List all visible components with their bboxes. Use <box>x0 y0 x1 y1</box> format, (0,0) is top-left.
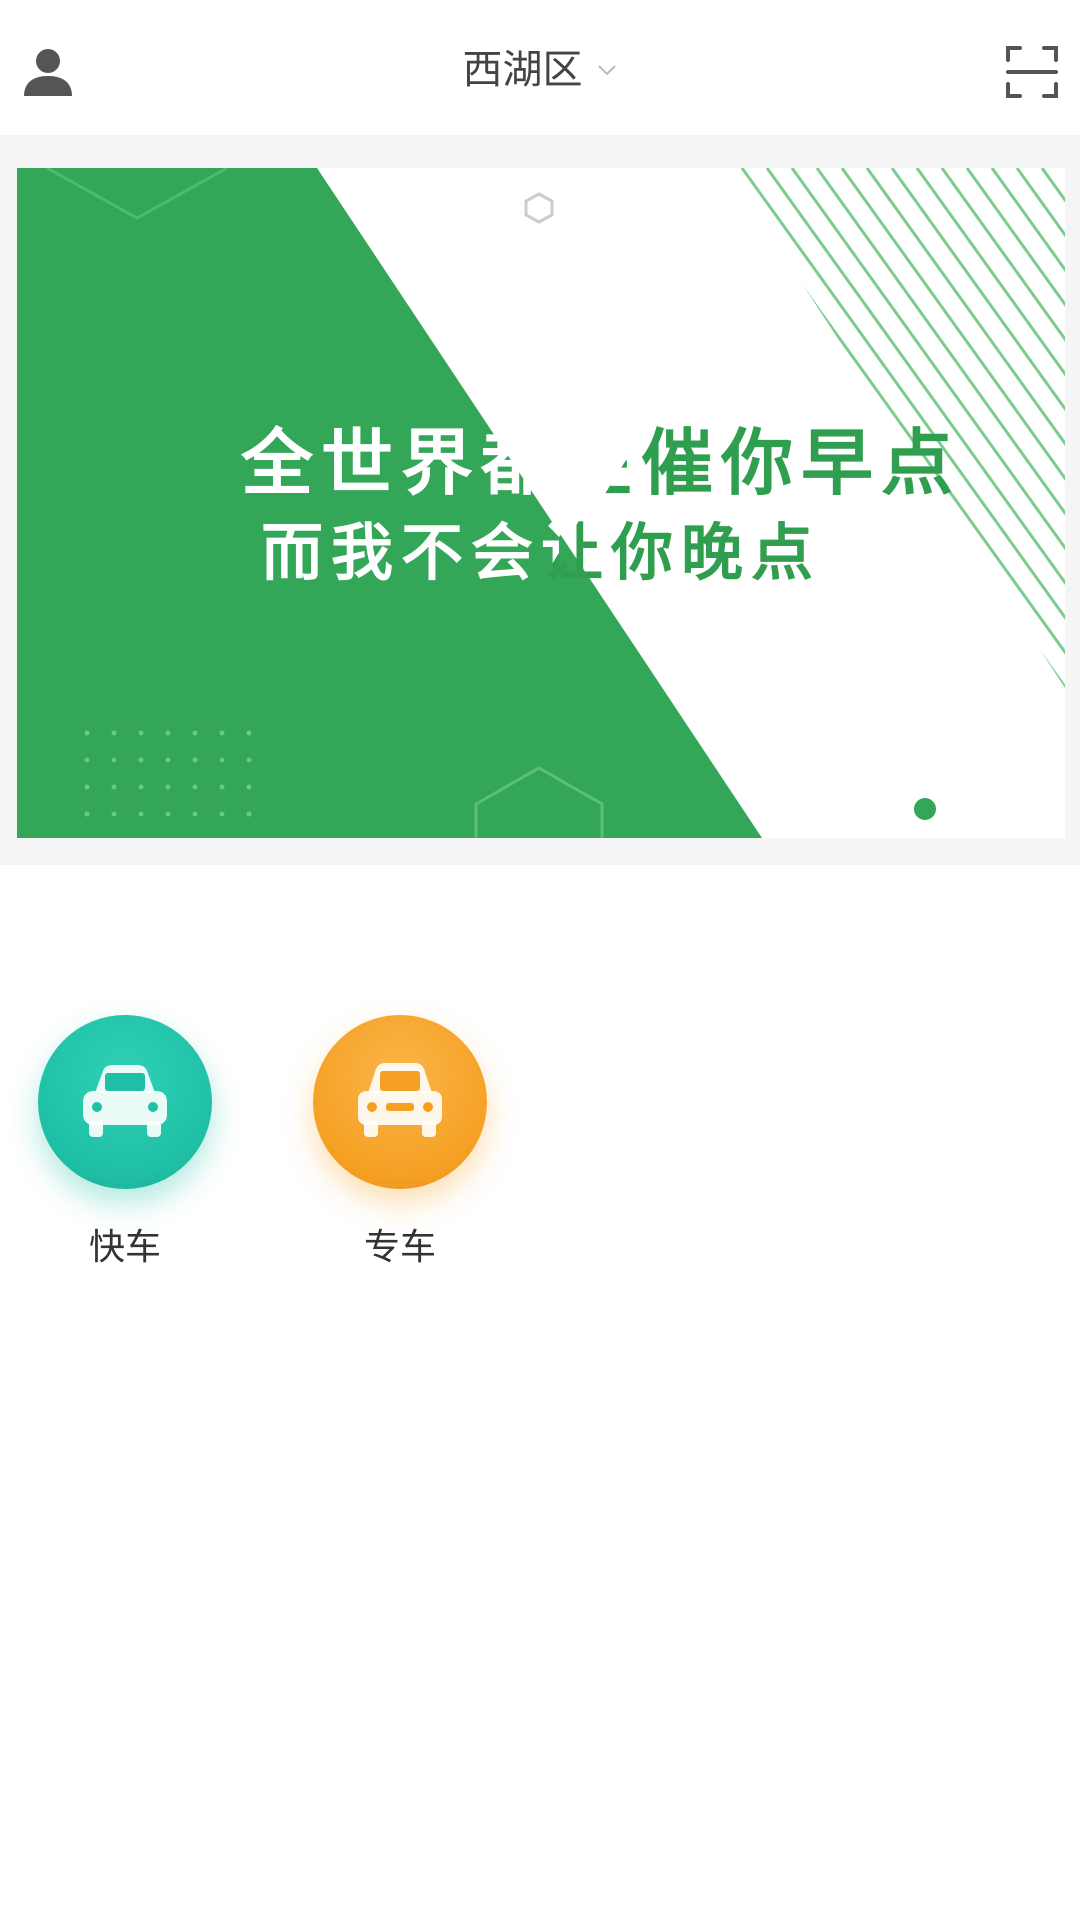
location-selector[interactable]: 西湖区 <box>0 40 1080 100</box>
scan-button[interactable] <box>1004 44 1060 100</box>
car-icon <box>83 1065 167 1137</box>
service-express-button[interactable]: 快车 <box>25 1015 225 1273</box>
service-grid: 快车 专车 <box>0 960 1080 1300</box>
top-header: 西湖区 <box>0 0 1080 135</box>
chevron-down-icon <box>597 65 616 76</box>
banner-slogan-line1: 全世界都在催你早点 <box>240 421 961 505</box>
location-label: 西湖区 <box>462 47 583 93</box>
service-express-icon-circle <box>38 1015 212 1189</box>
scan-icon <box>1006 46 1058 98</box>
banner-area: 全世界都在催你早点 而我不会让你晚点 <box>0 135 1080 865</box>
service-express-label: 快车 <box>88 1227 161 1268</box>
promo-banner[interactable]: 全世界都在催你早点 而我不会让你晚点 <box>17 168 1065 838</box>
carousel-indicator-dot <box>914 798 936 820</box>
car-icon <box>358 1063 442 1137</box>
service-premium-icon-circle <box>313 1015 487 1189</box>
service-premium-button[interactable]: 专车 <box>300 1015 500 1273</box>
banner-slogan-line2: 而我不会让你晚点 <box>260 516 821 589</box>
service-premium-label: 专车 <box>363 1227 436 1268</box>
